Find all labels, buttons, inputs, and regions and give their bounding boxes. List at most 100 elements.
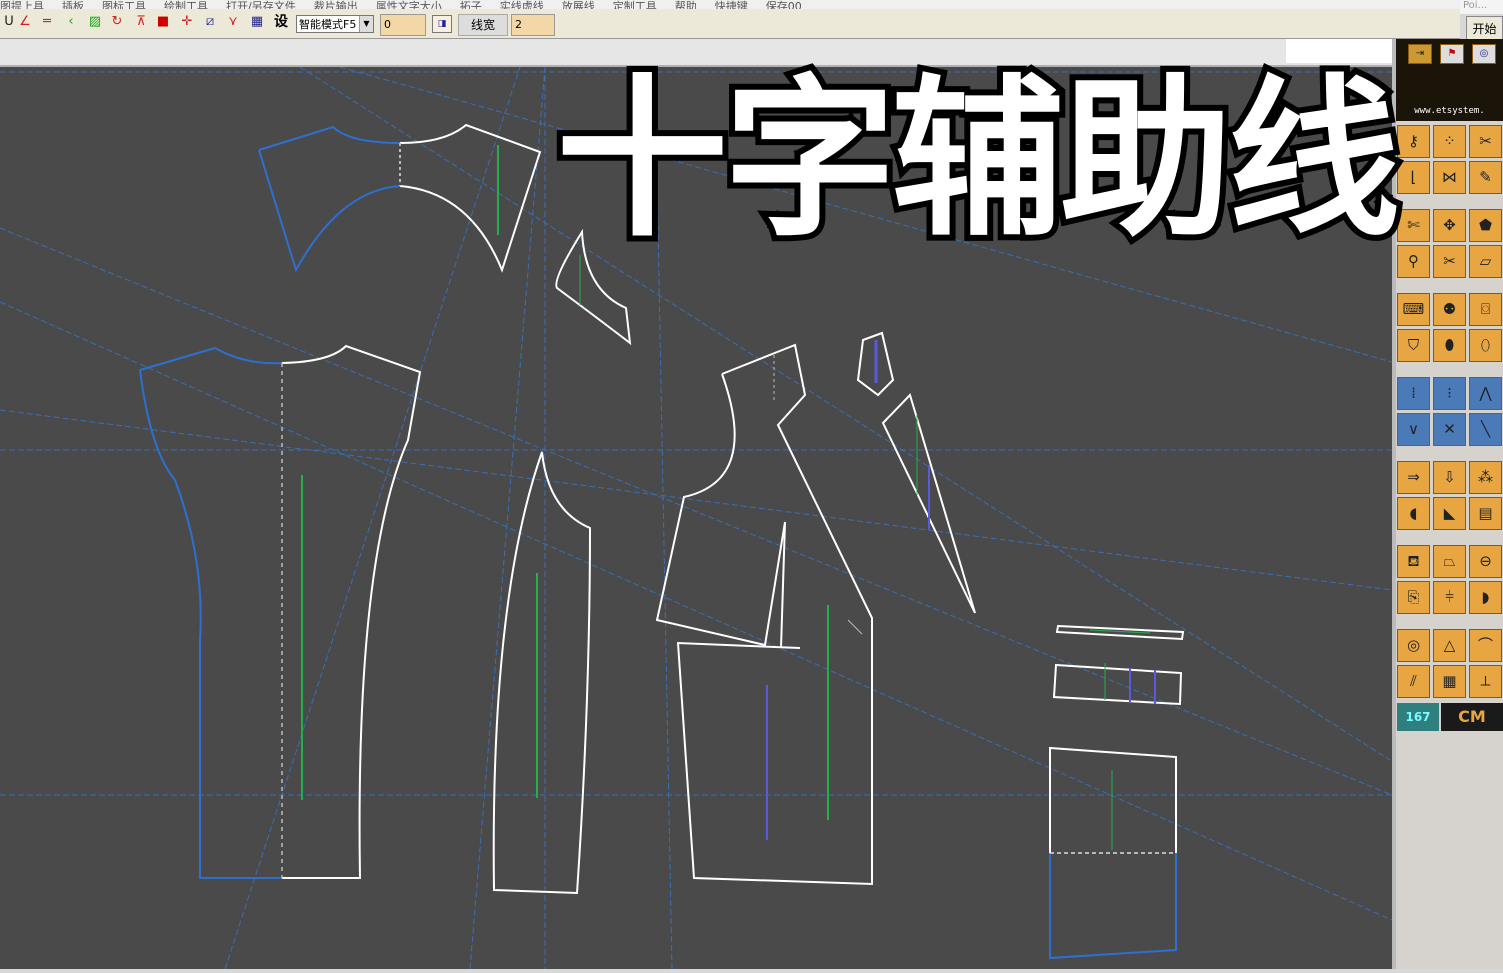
angle-tool-icon[interactable]: ∠ bbox=[16, 13, 34, 31]
scissor-cut-icon[interactable]: ✂ bbox=[1433, 245, 1466, 278]
page-piece-icon[interactable]: ▤ bbox=[1469, 497, 1502, 530]
unit-label[interactable]: CM bbox=[1441, 703, 1503, 731]
dart-fold-icon[interactable]: ⋀ bbox=[1469, 377, 1502, 410]
piece-outline bbox=[1055, 624, 1185, 641]
menu-item[interactable]: 图标工具 bbox=[102, 0, 146, 9]
bucket-tool-icon[interactable]: ⛾ bbox=[1397, 545, 1430, 578]
fold-tool-icon[interactable]: ⏥ bbox=[1469, 245, 1502, 278]
dart-piece[interactable] bbox=[881, 393, 976, 614]
edge-piece-icon[interactable]: ◣ bbox=[1433, 497, 1466, 530]
menu-item[interactable]: 放展线 bbox=[562, 0, 595, 9]
color-tool-icon[interactable]: ■ bbox=[154, 13, 172, 31]
waistband-piece[interactable] bbox=[1055, 624, 1185, 641]
overlay-title: 十字辅助线 bbox=[550, 54, 1406, 266]
move-tool-icon[interactable]: ✥ bbox=[1433, 209, 1466, 242]
copy-tool-icon[interactable]: ⎘ bbox=[1397, 581, 1430, 614]
menu-item[interactable]: 打开/另存文件 bbox=[226, 0, 296, 9]
sleeve-shape-icon[interactable]: ◗ bbox=[1469, 581, 1502, 614]
sewing-machine-icon[interactable]: ⌨ bbox=[1397, 293, 1430, 326]
flip-tool-icon[interactable]: ⧄ bbox=[201, 13, 219, 31]
guide-line bbox=[0, 301, 1393, 921]
menu-item[interactable]: 实线虚线 bbox=[500, 0, 544, 9]
menu-item[interactable]: 裁片输出 bbox=[314, 0, 358, 9]
menu-item[interactable]: 绘制工具 bbox=[164, 0, 208, 9]
menu-item[interactable]: 定制工具 bbox=[613, 0, 657, 9]
menu-item[interactable]: 属性文字大小 bbox=[376, 0, 442, 9]
guide-line bbox=[0, 409, 1393, 591]
collar-piece[interactable] bbox=[856, 331, 895, 397]
mode-select[interactable]: 智能模式F5 ▼ bbox=[296, 15, 374, 33]
pocket-piece[interactable] bbox=[1049, 746, 1177, 960]
pleat-tool-icon[interactable]: ⁞ bbox=[1397, 377, 1430, 410]
menu-bar: 图提上具 插板 图标工具 绘制工具 打开/另存文件 裁片输出 属性文字大小 拓子 实线虚线 放展线… bbox=[0, 0, 1460, 9]
shape-tool-icon[interactable]: ⬟ bbox=[1469, 209, 1502, 242]
curve-piece-icon[interactable]: ◖ bbox=[1397, 497, 1430, 530]
cross-tool-icon[interactable]: ✛ bbox=[178, 13, 196, 31]
rotate-tool-icon[interactable]: ↻ bbox=[108, 13, 126, 31]
scissor-tool-icon[interactable]: ✂ bbox=[1469, 125, 1502, 158]
linewidth-input[interactable]: 2 bbox=[511, 14, 555, 36]
piece-outline bbox=[1049, 746, 1177, 853]
skirt-piece-icon[interactable]: ⏢ bbox=[1433, 545, 1466, 578]
axis-tool-icon[interactable]: ⟂ bbox=[1469, 665, 1502, 698]
menu-item[interactable]: 拓子 bbox=[460, 0, 482, 9]
hatch-tool-icon[interactable]: ▨ bbox=[86, 13, 104, 31]
glove-piece-icon[interactable]: ⬯ bbox=[1469, 329, 1502, 362]
guide-line bbox=[469, 66, 546, 970]
piece-outline bbox=[655, 373, 786, 649]
measure-tool-icon[interactable]: ⚷ bbox=[1397, 125, 1430, 158]
button-tool-icon[interactable]: ⚉ bbox=[1433, 293, 1466, 326]
flag-icon[interactable]: ⚑ bbox=[1440, 44, 1464, 64]
chevron-down-icon[interactable]: ▼ bbox=[359, 16, 373, 32]
toggle-window-button[interactable]: ◨ bbox=[432, 15, 452, 33]
slash-tool-icon[interactable]: ╲ bbox=[1469, 413, 1502, 446]
import-icon[interactable]: ⇥ bbox=[1408, 44, 1432, 64]
side-panel-piece[interactable] bbox=[492, 451, 592, 895]
menu-item[interactable]: 保存00 bbox=[766, 0, 802, 9]
cut-tool-icon[interactable]: ✄ bbox=[1397, 209, 1430, 242]
drawing-toolbar: ᑌ ∠ ═ ‹ ▨ ↻ ⊼ ■ ✛ ⧄ ⋎ ▦ 设 智能模式F5 ▼ 0 ◨ 线宽… bbox=[0, 9, 1460, 39]
sleeve-piece-icon[interactable]: ⬮ bbox=[1433, 329, 1466, 362]
menu-item[interactable]: 插板 bbox=[62, 0, 84, 9]
triangle-tool-icon[interactable]: △ bbox=[1433, 629, 1466, 662]
curve-ruler-icon[interactable]: ⌒ bbox=[1469, 629, 1502, 662]
view-icon[interactable]: ◎ bbox=[1472, 44, 1496, 64]
download-tool-icon[interactable]: ⇩ bbox=[1433, 461, 1466, 494]
value-input[interactable]: 0 bbox=[380, 14, 426, 36]
piece-outline bbox=[1052, 663, 1183, 706]
selected-edge bbox=[139, 346, 283, 371]
brand-logo: ⇥ ⚑ ◎ www.etsystem. bbox=[1396, 39, 1503, 121]
export-tool-icon[interactable]: ⇒ bbox=[1397, 461, 1430, 494]
dart-tool-icon[interactable]: ∨ bbox=[1397, 413, 1430, 446]
mirror-tool-icon[interactable]: ⊼ bbox=[132, 13, 150, 31]
logo-url-text: www.etsystem. bbox=[1414, 106, 1485, 116]
settings-button[interactable]: 设 bbox=[272, 13, 290, 31]
grade-tool-icon[interactable]: ⫩ bbox=[1433, 581, 1466, 614]
sleeve-split-icon[interactable]: ⊖ bbox=[1469, 545, 1502, 578]
tool-palette: ⇥ ⚑ ◎ www.etsystem. ⚷ ⁘ ✂ ⌊ ⋈ ✎ ✄ ✥ ⬟ ⚲ … bbox=[1396, 39, 1503, 969]
ruler-tool-icon[interactable]: ⫽ bbox=[1397, 665, 1430, 698]
grid-tool-icon[interactable]: ▦ bbox=[248, 13, 266, 31]
back-bodice-piece[interactable] bbox=[655, 343, 873, 886]
pivot-tool-icon[interactable]: ✕ bbox=[1433, 413, 1466, 446]
point-tool-icon[interactable]: ⁘ bbox=[1433, 125, 1466, 158]
et-tool-icon[interactable]: ⁂ bbox=[1469, 461, 1502, 494]
tape-measure-icon[interactable]: ◎ bbox=[1397, 629, 1430, 662]
pen-tool-icon[interactable]: ✎ bbox=[1469, 161, 1502, 194]
dart-tool-icon[interactable]: ⋎ bbox=[224, 13, 242, 31]
corner-tool-icon[interactable]: ⌊ bbox=[1397, 161, 1430, 194]
table-tool-icon[interactable]: ▦ bbox=[1433, 665, 1466, 698]
yoke-piece[interactable] bbox=[258, 123, 542, 273]
spiral-tool-icon[interactable]: ⌼ bbox=[1469, 293, 1502, 326]
curve-tool-icon[interactable]: ‹ bbox=[62, 13, 80, 31]
selected-edge bbox=[258, 125, 401, 151]
menu-item[interactable]: 快捷键 bbox=[715, 0, 748, 9]
pleat-count-icon[interactable]: ⁝ bbox=[1433, 377, 1466, 410]
selected-edge bbox=[1049, 853, 1177, 960]
parallel-tool-icon[interactable]: ═ bbox=[38, 13, 56, 31]
menu-item[interactable]: 图提上具 bbox=[0, 0, 44, 9]
split-tool-icon[interactable]: ⋈ bbox=[1433, 161, 1466, 194]
menu-item[interactable]: 帮助 bbox=[675, 0, 697, 9]
cup-piece-icon[interactable]: ⛉ bbox=[1397, 329, 1430, 362]
pin-tool-icon[interactable]: ⚲ bbox=[1397, 245, 1430, 278]
